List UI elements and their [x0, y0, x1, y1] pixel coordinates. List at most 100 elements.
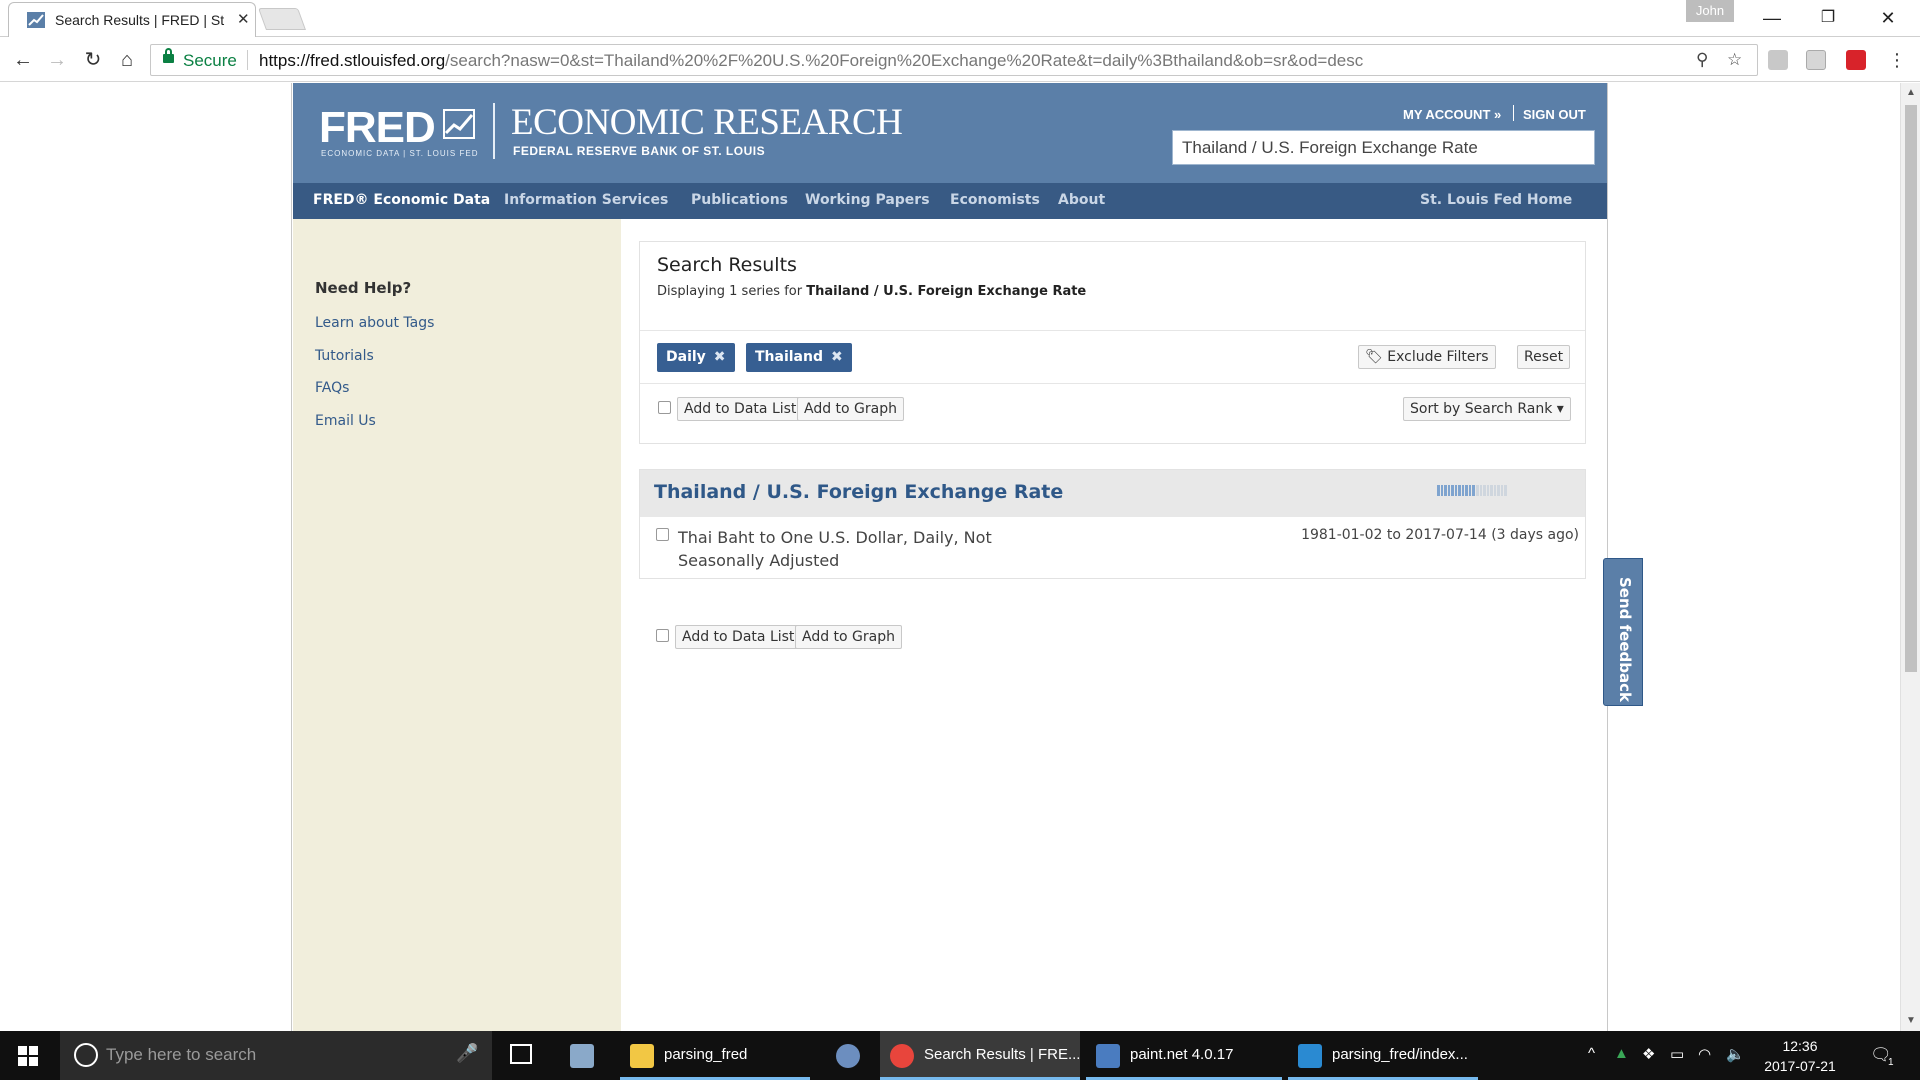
nav-st-louis-fed-home[interactable]: St. Louis Fed Home: [1420, 192, 1572, 208]
close-window-icon[interactable]: ✕: [1868, 4, 1908, 32]
popularity-segment: [1479, 485, 1483, 496]
bookmark-star-icon[interactable]: ☆: [1727, 50, 1742, 70]
zoom-search-icon[interactable]: ⚲: [1696, 50, 1708, 70]
my-account-link[interactable]: MY ACCOUNT »: [1403, 107, 1501, 122]
add-to-data-list-button[interactable]: Add to Data List: [677, 397, 804, 421]
filter-chip-label: Daily: [666, 349, 706, 365]
popularity-segment: [1461, 485, 1465, 496]
site-search-input[interactable]: Thailand / U.S. Foreign Exchange Rate: [1172, 130, 1595, 165]
battery-icon[interactable]: ▭: [1670, 1045, 1684, 1063]
close-tab-icon[interactable]: ✕: [237, 10, 250, 28]
menu-icon[interactable]: ⋮: [1884, 47, 1910, 73]
add-to-data-list-button-bottom[interactable]: Add to Data List: [675, 625, 802, 649]
wifi-icon[interactable]: ◠: [1698, 1045, 1711, 1063]
popularity-segment: [1458, 485, 1461, 496]
extension-icon[interactable]: [1806, 50, 1826, 70]
taskbar-app-r[interactable]: [826, 1031, 870, 1080]
task-view-icon[interactable]: [508, 1031, 538, 1080]
clock-time: 12:36: [1782, 1038, 1818, 1054]
taskbar-app-paintnet[interactable]: paint.net 4.0.17: [1086, 1031, 1282, 1080]
tray-chevron-up-icon[interactable]: ^: [1588, 1045, 1595, 1062]
sidebar-link-learn-tags[interactable]: Learn about Tags: [315, 315, 434, 331]
taskbar-app-label: parsing_fred: [664, 1046, 748, 1063]
fred-page: FRED ECONOMIC DATA | ST. LOUIS FED ECONO…: [293, 83, 1607, 1031]
series-title-link[interactable]: Thailand / U.S. Foreign Exchange Rate: [654, 481, 1063, 503]
pinned-app-icon[interactable]: [560, 1031, 604, 1080]
taskbar-app-label: Search Results | FRE...: [924, 1046, 1081, 1063]
nav-publications[interactable]: Publications: [691, 192, 788, 208]
new-tab-button[interactable]: [257, 8, 307, 30]
sidebar-link-faqs[interactable]: FAQs: [315, 380, 349, 396]
scrollbar-thumb[interactable]: [1905, 105, 1917, 672]
popularity-segment: [1454, 485, 1458, 496]
logo-chart-icon: [443, 109, 475, 139]
minimize-icon[interactable]: —: [1752, 4, 1792, 32]
windows-taskbar: Type here to search 🎤 parsing_fred Searc…: [0, 1031, 1920, 1080]
popularity-segment: [1437, 485, 1440, 496]
cortana-icon: [74, 1043, 98, 1067]
browser-tab[interactable]: Search Results | FRED | St ✕: [8, 2, 256, 37]
reset-button[interactable]: Reset: [1517, 345, 1571, 369]
address-bar[interactable]: Secure https://fred.stlouisfed.org/searc…: [150, 44, 1758, 76]
forward-icon[interactable]: →: [44, 47, 70, 73]
profile-button[interactable]: John: [1686, 0, 1734, 22]
taskbar-search-box[interactable]: Type here to search 🎤: [60, 1031, 492, 1080]
series-description: Thai Baht to One U.S. Dollar, Daily, Not…: [678, 528, 992, 570]
back-icon[interactable]: ←: [10, 47, 36, 73]
filter-chip-thailand[interactable]: Thailand ✖: [746, 343, 852, 372]
select-all-checkbox[interactable]: [658, 401, 671, 414]
taskbar-app-explorer[interactable]: parsing_fred: [620, 1031, 810, 1080]
clock-date: 2017-07-21: [1764, 1058, 1836, 1074]
scroll-up-icon[interactable]: ▲: [1906, 87, 1916, 98]
nav-working-papers[interactable]: Working Papers: [805, 192, 930, 208]
taskbar-clock[interactable]: 12:36 2017-07-21: [1760, 1036, 1840, 1076]
browser-toolbar: ← → ↻ ⌂ Secure https://fred.stlouisfed.o…: [0, 38, 1920, 82]
sort-dropdown[interactable]: Sort by Search Rank ▾: [1403, 397, 1571, 421]
extension-icon[interactable]: [1846, 50, 1866, 70]
page-scrollbar[interactable]: ▲ ▼: [1900, 83, 1920, 1031]
fred-logo[interactable]: FRED: [319, 103, 436, 153]
add-to-graph-button-bottom[interactable]: Add to Graph: [795, 625, 903, 649]
page-viewport: FRED ECONOMIC DATA | ST. LOUIS FED ECONO…: [0, 83, 1900, 1031]
add-to-graph-button[interactable]: Add to Graph: [797, 397, 905, 421]
windows-start-icon[interactable]: [18, 1046, 38, 1066]
results-query: Thailand / U.S. Foreign Exchange Rate: [806, 284, 1087, 299]
select-all-checkbox-bottom[interactable]: [656, 629, 669, 642]
taskbar-app-rstudio[interactable]: parsing_fred/index...: [1288, 1031, 1478, 1080]
sidebar-link-email-us[interactable]: Email Us: [315, 413, 376, 429]
nav-economists[interactable]: Economists: [950, 192, 1040, 208]
dropbox-icon[interactable]: ❖: [1642, 1045, 1655, 1063]
results-title: Search Results: [657, 254, 797, 276]
logo-divider: [493, 103, 495, 159]
sidebar-link-tutorials[interactable]: Tutorials: [315, 348, 374, 364]
series-header: Thailand / U.S. Foreign Exchange Rate: [640, 470, 1585, 517]
microphone-icon[interactable]: 🎤: [456, 1043, 478, 1064]
extension-icon[interactable]: [1768, 50, 1788, 70]
send-feedback-tab[interactable]: Send feedback: [1603, 558, 1643, 706]
home-icon[interactable]: ⌂: [114, 47, 140, 73]
exclude-filters-button[interactable]: 🏷 Exclude Filters: [1358, 345, 1496, 369]
url-text[interactable]: https://fred.stlouisfed.org/search?nasw=…: [259, 51, 1363, 71]
sidebar-title: Need Help?: [315, 279, 412, 297]
series-result: Thailand / U.S. Foreign Exchange Rate Th…: [639, 469, 1586, 579]
google-drive-icon[interactable]: ▲: [1614, 1045, 1629, 1062]
scroll-down-icon[interactable]: ▼: [1906, 1015, 1916, 1026]
url-host: https://fred.stlouisfed.org: [259, 51, 446, 70]
volume-icon[interactable]: 🔈: [1726, 1045, 1745, 1063]
taskbar-app-chrome[interactable]: Search Results | FRE...: [880, 1031, 1080, 1080]
nav-information-services[interactable]: Information Services: [504, 192, 668, 208]
lock-icon: [163, 48, 174, 63]
series-checkbox[interactable]: [656, 528, 669, 541]
sign-out-link[interactable]: SIGN OUT: [1523, 107, 1586, 122]
remove-filter-icon[interactable]: ✖: [714, 349, 726, 365]
nav-fred-data[interactable]: FRED® Economic Data: [313, 192, 490, 208]
reload-icon[interactable]: ↻: [80, 47, 106, 73]
filter-chip-daily[interactable]: Daily ✖: [657, 343, 735, 372]
main-nav: FRED® Economic Data Information Services…: [293, 183, 1607, 219]
nav-about[interactable]: About: [1058, 192, 1105, 208]
site-title[interactable]: ECONOMIC RESEARCH: [511, 101, 903, 144]
restore-icon[interactable]: ❐: [1808, 4, 1848, 32]
taskbar-app-label: paint.net 4.0.17: [1130, 1046, 1234, 1063]
taskbar-search-placeholder: Type here to search: [106, 1045, 257, 1064]
remove-filter-icon[interactable]: ✖: [831, 349, 843, 365]
